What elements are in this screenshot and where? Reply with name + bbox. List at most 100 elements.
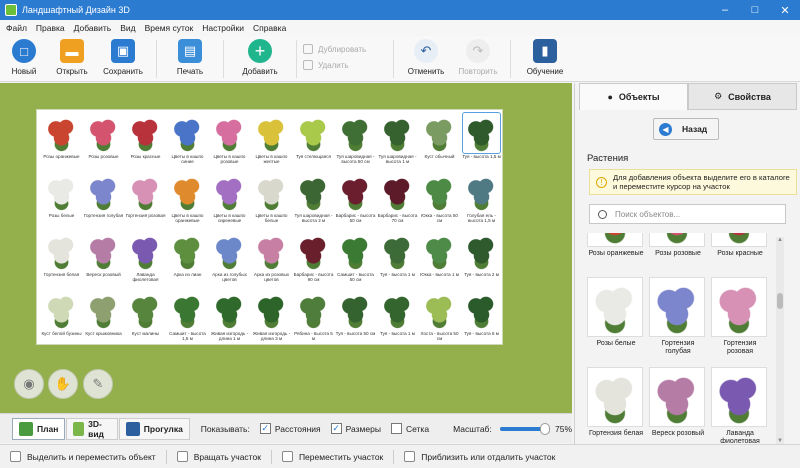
catalog-item[interactable]: Туя шаровидная - высота 1 м bbox=[377, 113, 418, 164]
plan-mode-button[interactable]: План bbox=[12, 417, 66, 440]
scroll-down-icon[interactable]: ▼ bbox=[776, 438, 784, 444]
delete-button[interactable]: Удалить bbox=[303, 57, 387, 73]
catalog-item[interactable]: Туя шаровидная - высота 2 м bbox=[293, 172, 334, 223]
hand-icon[interactable]: ✋ bbox=[48, 369, 78, 399]
catalog-item[interactable]: Туя - высота 1 м bbox=[377, 231, 418, 277]
catalog-item[interactable]: Барбарис - высота 50 см bbox=[335, 172, 376, 223]
catalog-item[interactable]: Туя - высота 6 м bbox=[461, 290, 502, 336]
catalog-item[interactable]: Барбарис - высота 90 см bbox=[293, 231, 334, 282]
catalog-item[interactable]: Розы белые bbox=[41, 172, 82, 218]
catalog-item[interactable]: Туя - высота 2 м bbox=[461, 231, 502, 277]
close-icon[interactable]: ✕ bbox=[770, 0, 800, 20]
catalog-item[interactable]: Розы розовые bbox=[83, 113, 124, 159]
tutorial-button[interactable]: ▮ Обучение bbox=[517, 36, 573, 76]
menu-edit[interactable]: Правка bbox=[36, 23, 65, 33]
tab-objects[interactable]: ● Объекты bbox=[579, 83, 688, 110]
scale-knob[interactable] bbox=[539, 422, 550, 435]
catalog-item[interactable]: Гортензия белая bbox=[41, 231, 82, 277]
catalog-item[interactable]: Гортензия розовая bbox=[125, 172, 166, 218]
panel-plant-item[interactable]: Гортензия голубая bbox=[649, 277, 707, 356]
catalog-item[interactable]: Туя - высота 50 см bbox=[335, 290, 376, 336]
sizes-checkbox[interactable]: ✓ Размеры bbox=[330, 423, 381, 434]
plan-canvas[interactable]: Розы оранжевые Розы розовые Розы красные Цв… bbox=[0, 83, 572, 413]
catalog-item[interactable]: Туя - высота 1,5 м bbox=[461, 112, 502, 159]
save-button[interactable]: ▣ Сохранить bbox=[96, 36, 150, 76]
panel-plant-item[interactable]: Розы розовые bbox=[649, 233, 707, 258]
catalog-item[interactable]: Голубая ель - высота 1,5 м bbox=[461, 172, 502, 223]
catalog-item[interactable]: Куст крыжовника bbox=[83, 290, 124, 336]
catalog-item[interactable]: Барбарис - высота 70 см bbox=[377, 172, 418, 223]
select-move-tool[interactable]: Выделить и переместить объект bbox=[10, 451, 156, 462]
menu-add[interactable]: Добавить bbox=[74, 23, 112, 33]
menu-view[interactable]: Вид bbox=[120, 23, 135, 33]
walk-mode-button[interactable]: Прогулка bbox=[118, 417, 190, 440]
catalog-item[interactable]: Цветы в кашпо синие bbox=[167, 113, 208, 164]
open-button[interactable]: ▬ Открыть bbox=[48, 36, 96, 76]
catalog-item[interactable]: Живая изгородь - длина 3 м bbox=[251, 290, 292, 341]
catalog-item[interactable]: Розы оранжевые bbox=[41, 113, 82, 159]
scroll-thumb[interactable] bbox=[777, 293, 783, 309]
catalog-item[interactable]: Самшит - высота 1,5 м bbox=[167, 290, 208, 341]
catalog-item[interactable]: Арка из розовых цветов bbox=[251, 231, 292, 282]
catalog-item[interactable]: Лаванда фиолетовая bbox=[125, 231, 166, 282]
panel-plant-item[interactable]: Гортензия розовая bbox=[711, 277, 769, 356]
catalog-item[interactable]: Куст белой бузины bbox=[41, 290, 82, 336]
panel-plant-item[interactable]: Лаванда фиолетовая bbox=[711, 367, 769, 443]
catalog-item[interactable]: Юкка - высота 50 см bbox=[419, 172, 460, 223]
panel-plant-label: Гортензия розовая bbox=[723, 340, 757, 355]
ruler-icon[interactable]: ✎ bbox=[83, 369, 113, 399]
distances-checkbox[interactable]: ✓ Расстояния bbox=[259, 423, 321, 434]
scroll-up-icon[interactable]: ▲ bbox=[776, 237, 784, 243]
search-input[interactable]: Поиск объектов... bbox=[589, 204, 786, 224]
gear-icon: ⚙ bbox=[714, 91, 723, 101]
catalog-item[interactable]: Розы красные bbox=[125, 113, 166, 159]
catalog-item[interactable]: Гортензия голубая bbox=[83, 172, 124, 218]
menu-settings[interactable]: Настройки bbox=[202, 23, 244, 33]
panel-plant-item[interactable]: Вереск розовый bbox=[649, 367, 707, 438]
grid-checkbox[interactable]: Сетка bbox=[390, 423, 429, 434]
back-button[interactable]: ◀ Назад bbox=[653, 118, 719, 140]
panel-plant-item[interactable]: Розы красные bbox=[711, 233, 769, 258]
catalog-item[interactable]: Туя стелющаяся bbox=[293, 113, 334, 159]
catalog-item[interactable]: Цветы в кашпо розовые bbox=[209, 113, 250, 164]
panel-plant-item[interactable]: Розы оранжевые bbox=[587, 233, 645, 258]
catalog-item[interactable]: Цветы в кашпо желтые bbox=[251, 113, 292, 164]
panel-plant-item[interactable]: Розы белые bbox=[587, 277, 645, 348]
catalog-item[interactable]: Туя шаровидная - высота 50 см bbox=[335, 113, 376, 164]
catalog-item[interactable]: Арка из голубых цветов bbox=[209, 231, 250, 282]
layers-icon[interactable]: ◉ bbox=[14, 369, 44, 399]
duplicate-button[interactable]: Дублировать bbox=[303, 41, 387, 57]
panel-scrollbar[interactable]: ▲ ▼ bbox=[776, 237, 784, 444]
minimize-icon[interactable]: – bbox=[710, 0, 740, 20]
new-button[interactable]: □ Новый bbox=[0, 36, 48, 76]
catalog-item[interactable]: Куст малины bbox=[125, 290, 166, 336]
catalog-item[interactable]: Юкка - высота 1 м bbox=[419, 231, 460, 277]
catalog-item[interactable]: Рябина - высота 5 м bbox=[293, 290, 334, 341]
catalog-item[interactable]: Хоста - высота 50 см bbox=[419, 290, 460, 341]
scale-slider[interactable] bbox=[499, 422, 550, 435]
undo-button[interactable]: ↶ Отменить bbox=[400, 36, 452, 76]
maximize-icon[interactable]: □ bbox=[740, 0, 770, 20]
catalog-item[interactable]: Вереск розовый bbox=[83, 231, 124, 277]
catalog-item[interactable]: Цветы в кашпо сиреневые bbox=[209, 172, 250, 223]
menu-time-of-day[interactable]: Время суток bbox=[145, 23, 194, 33]
pan-tool[interactable]: Переместить участок bbox=[281, 451, 383, 462]
add-button[interactable]: + Добавить bbox=[230, 36, 290, 76]
catalog-item-label: Арка из лиан bbox=[173, 272, 202, 277]
print-button[interactable]: ▤ Печать bbox=[163, 36, 217, 76]
tab-properties[interactable]: ⚙ Свойства bbox=[688, 83, 797, 110]
rotate-tool[interactable]: Вращать участок bbox=[176, 451, 261, 462]
zoom-tool[interactable]: Приблизить или отдалить участок bbox=[404, 451, 555, 462]
catalog-item[interactable]: Куст обычный bbox=[419, 113, 460, 159]
catalog-item[interactable]: Туя - высота 1 м bbox=[377, 290, 418, 336]
panel-plant-item[interactable]: Гортензия белая bbox=[587, 367, 645, 438]
redo-button[interactable]: ↷ Повторить bbox=[452, 36, 504, 76]
catalog-item[interactable]: Цветы в кашпо белые bbox=[251, 172, 292, 223]
catalog-item[interactable]: Самшит - высота 50 см bbox=[335, 231, 376, 282]
catalog-item[interactable]: Цветы в кашпо оранжевые bbox=[167, 172, 208, 223]
catalog-item[interactable]: Арка из лиан bbox=[167, 231, 208, 277]
menu-file[interactable]: Файл bbox=[6, 23, 27, 33]
menu-help[interactable]: Справка bbox=[253, 23, 286, 33]
3d-mode-button[interactable]: 3D-вид bbox=[66, 417, 118, 440]
catalog-item[interactable]: Живая изгородь - длина 1 м bbox=[209, 290, 250, 341]
